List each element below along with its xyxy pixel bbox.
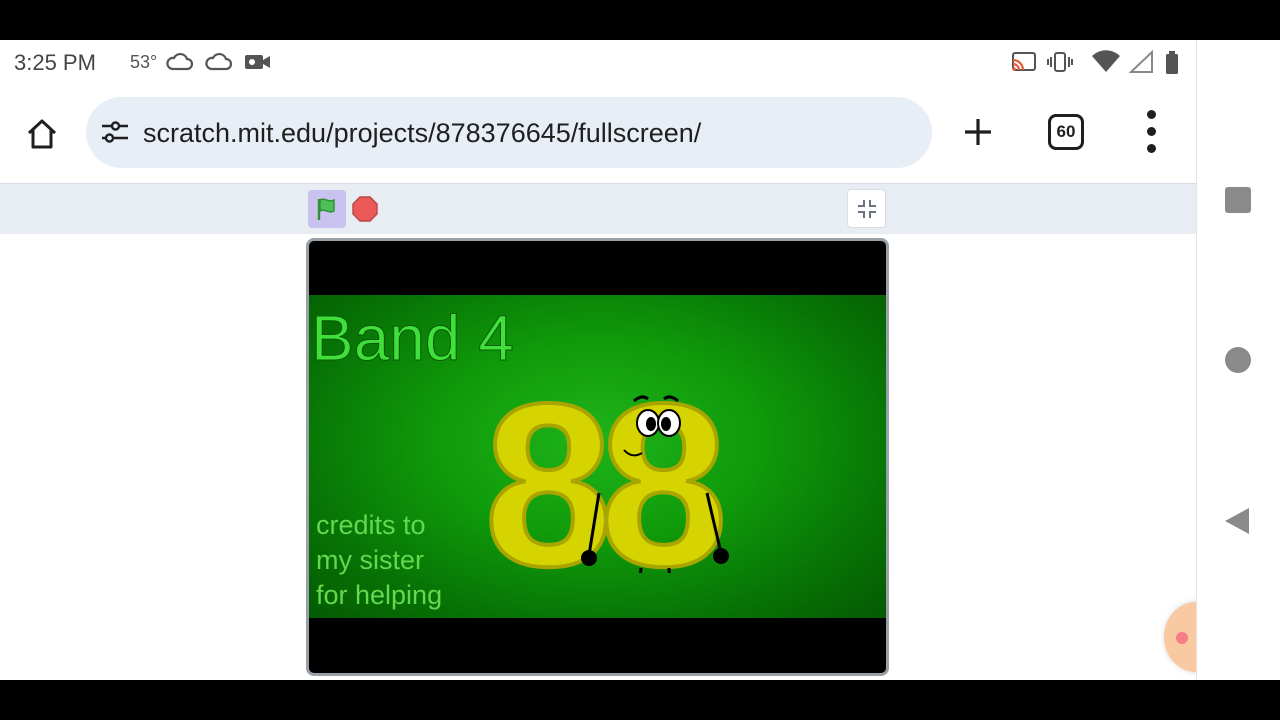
home-button[interactable]	[22, 114, 62, 154]
exit-fullscreen-button[interactable]	[847, 189, 886, 228]
big-number-text: 88	[484, 356, 721, 573]
site-settings-icon[interactable]	[100, 119, 130, 150]
scratch-controls-bar	[0, 183, 1196, 234]
new-tab-plus-icon	[965, 119, 991, 145]
stage-backdrop: Band 4 88 credits to my sister for helpi…	[309, 295, 886, 618]
back-triangle-icon[interactable]	[1223, 506, 1251, 536]
tab-count: 60	[1056, 122, 1076, 141]
credits-line: my sister	[316, 545, 424, 575]
signal-icon	[1128, 49, 1156, 79]
tab-switcher-icon[interactable]: 60	[1048, 114, 1084, 150]
floating-assistant-bubble[interactable]	[1164, 602, 1196, 672]
cloud-icon	[164, 50, 194, 79]
url-text[interactable]: scratch.mit.edu/projects/878376645/fulls…	[143, 118, 701, 149]
cloud-icon	[203, 50, 233, 79]
status-bar: 3:25 PM 53°	[0, 40, 1196, 84]
number-88-character: 88	[482, 354, 737, 573]
stop-button[interactable]	[352, 196, 378, 222]
bottom-letterbox	[0, 680, 1280, 720]
home-circle-icon[interactable]	[1225, 347, 1251, 373]
wifi-icon	[1090, 50, 1122, 79]
stop-sign-icon	[352, 196, 378, 222]
exit-fullscreen-icon	[857, 199, 876, 218]
address-bar[interactable]: scratch.mit.edu/projects/878376645/fulls…	[86, 97, 932, 168]
new-tab-button[interactable]	[958, 112, 998, 152]
credits-text: credits to my sister for helping	[316, 508, 442, 613]
recents-square-icon[interactable]	[1225, 187, 1251, 213]
green-flag-button[interactable]	[308, 190, 346, 228]
browser-toolbar: scratch.mit.edu/projects/878376645/fulls…	[0, 92, 1196, 172]
video-camera-icon	[243, 50, 273, 79]
more-menu-icon[interactable]	[1140, 110, 1164, 154]
credits-line: credits to	[316, 510, 426, 540]
top-letterbox	[0, 0, 1280, 40]
status-time: 3:25 PM	[14, 50, 96, 75]
green-flag-icon	[317, 198, 335, 220]
battery-icon	[1163, 50, 1183, 81]
vibrate-icon	[1046, 50, 1074, 79]
credits-line: for helping	[316, 580, 443, 610]
phone-screen: 3:25 PM 53° scratch.mit.edu/projects/878…	[0, 40, 1196, 680]
system-navigation-bar	[1196, 40, 1280, 680]
cast-icon	[1010, 50, 1038, 79]
home-icon	[27, 119, 57, 149]
status-temperature: 53°	[130, 52, 158, 72]
scratch-stage[interactable]: Band 4 88 credits to my sister for helpi…	[306, 238, 889, 676]
